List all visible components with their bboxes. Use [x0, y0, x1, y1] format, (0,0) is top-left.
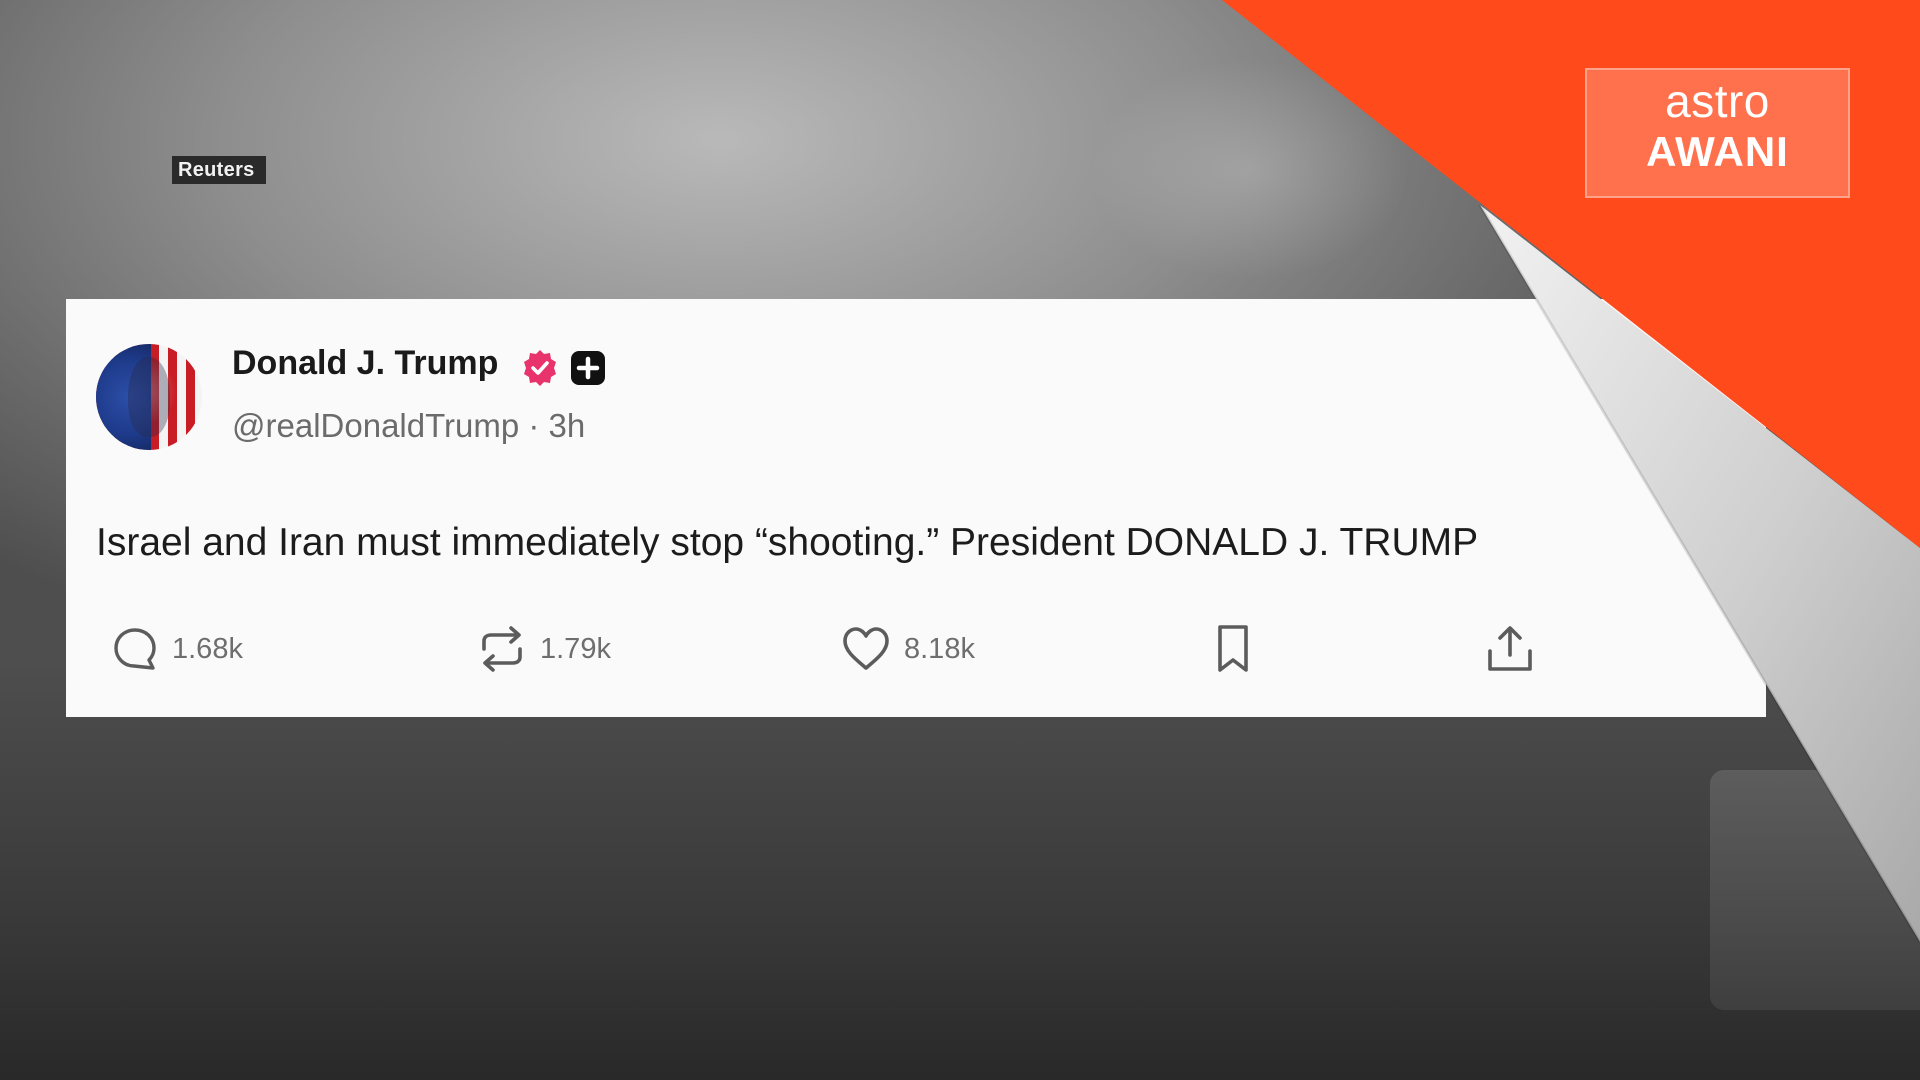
- logo-astro-text: astro: [1665, 75, 1770, 127]
- astro-awani-logo: astro AWANI: [1585, 68, 1850, 198]
- video-frame: Reuters Donald J. Trump @realDonaldTrump…: [0, 0, 1920, 1080]
- logo-awani-text: AWANI: [1646, 128, 1789, 175]
